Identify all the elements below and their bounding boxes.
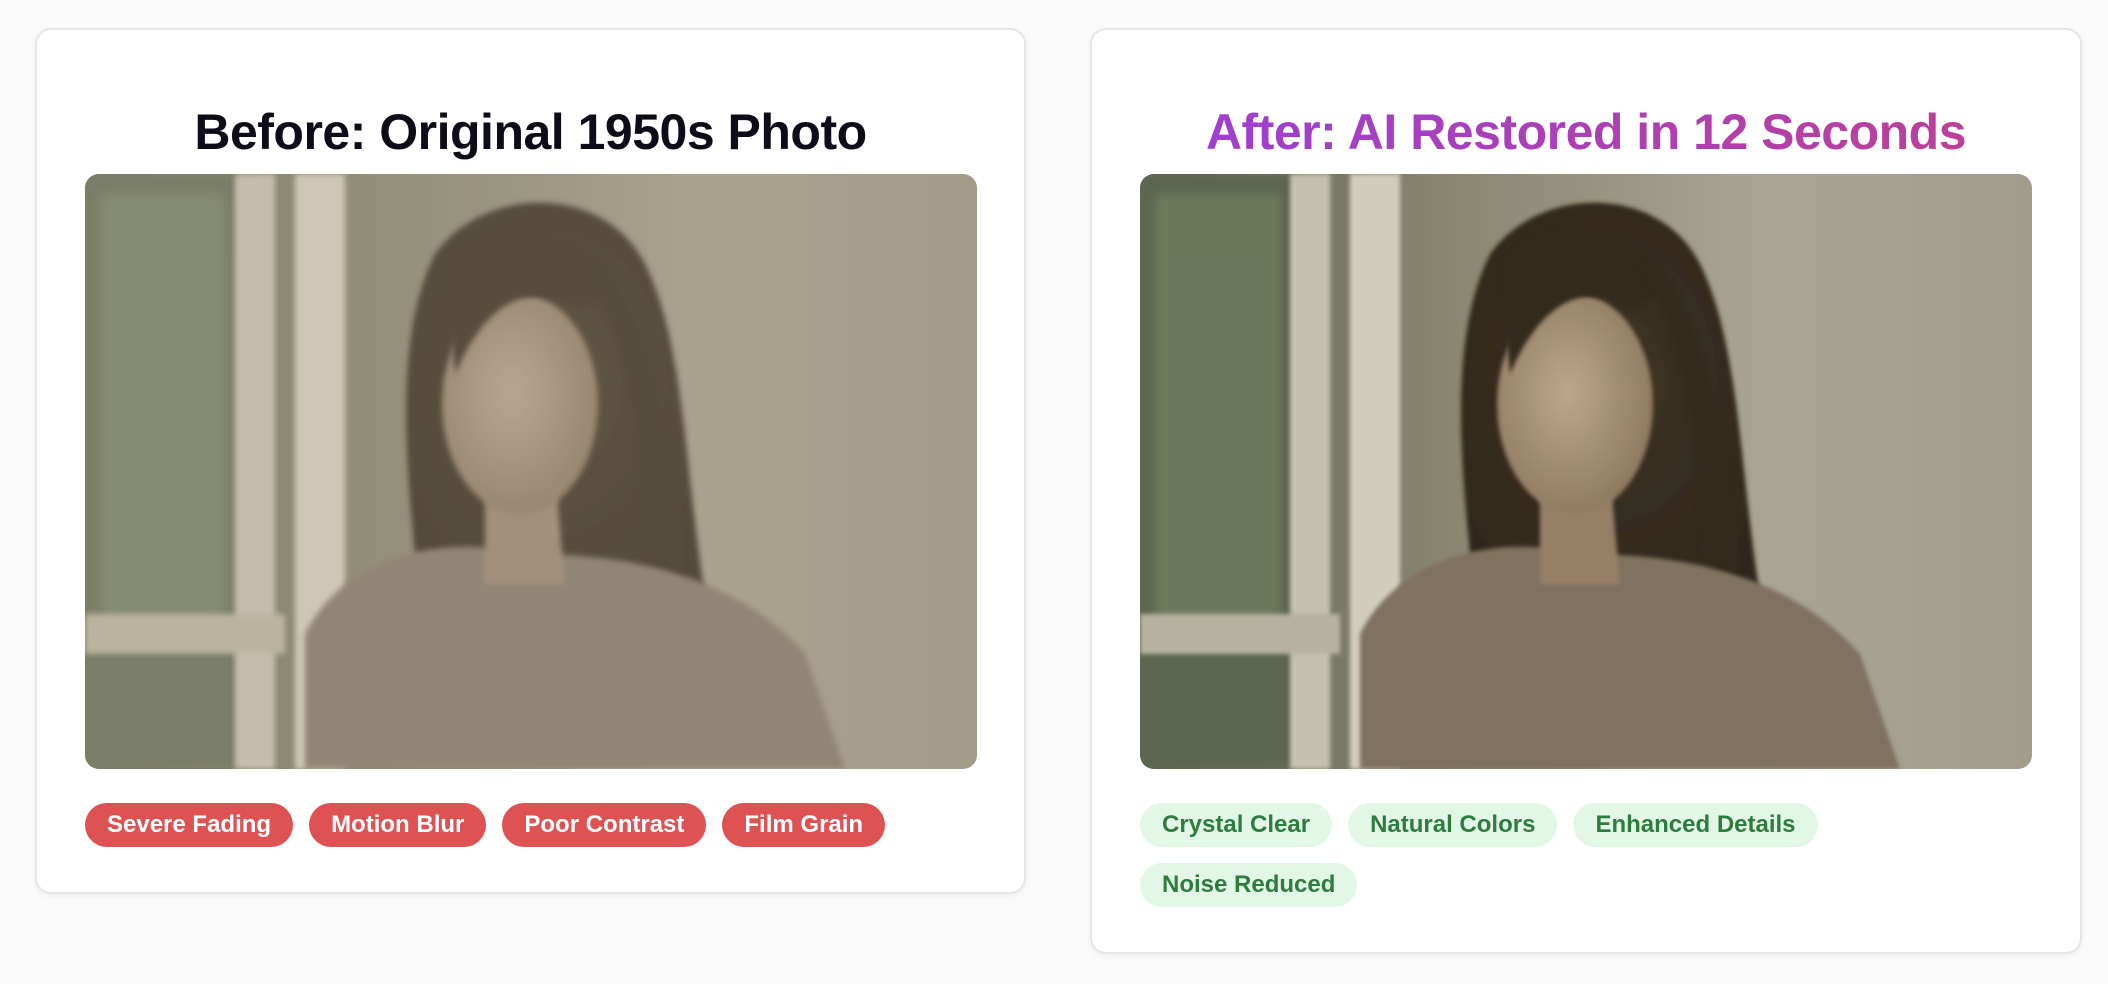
tag-noise-reduced: Noise Reduced — [1140, 863, 1358, 907]
portrait-image-after — [1140, 174, 2032, 769]
tag-severe-fading: Severe Fading — [85, 803, 294, 847]
after-title: After: AI Restored in 12 Seconds — [1092, 102, 2080, 162]
tag-motion-blur: Motion Blur — [309, 803, 487, 847]
before-photo — [85, 174, 977, 769]
tag-poor-contrast: Poor Contrast — [502, 803, 707, 847]
after-tag-list: Crystal Clear Natural Colors Enhanced De… — [1140, 803, 2032, 907]
comparison-section: Before: Original 1950s Photo Severe Fadi… — [0, 0, 2108, 984]
before-card: Before: Original 1950s Photo Severe Fadi… — [35, 28, 1026, 894]
tag-enhanced-details: Enhanced Details — [1573, 803, 1818, 847]
tag-crystal-clear: Crystal Clear — [1140, 803, 1333, 847]
after-photo — [1140, 174, 2032, 769]
before-title: Before: Original 1950s Photo — [194, 104, 867, 160]
portrait-image-before — [85, 174, 977, 769]
before-tag-list: Severe Fading Motion Blur Poor Contrast … — [85, 803, 977, 847]
after-card: After: AI Restored in 12 Seconds Crystal… — [1090, 28, 2082, 954]
tag-film-grain: Film Grain — [722, 803, 886, 847]
tag-natural-colors: Natural Colors — [1348, 803, 1558, 847]
